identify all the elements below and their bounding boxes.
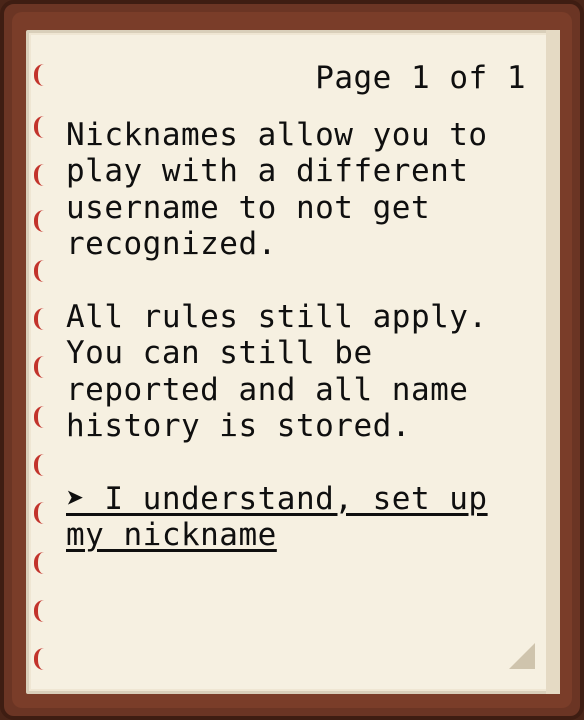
- ring-icon: [34, 356, 44, 378]
- page-content: Page 1 of 1 Nicknames allow you to play …: [66, 60, 526, 554]
- page-indicator: Page 1 of 1: [315, 60, 526, 96]
- setup-nickname-link[interactable]: ➤ I understand, set up my nickname: [66, 481, 488, 554]
- page-edge: [546, 30, 560, 694]
- ring-icon: [34, 210, 44, 232]
- ring-icon: [34, 260, 44, 282]
- book-cover: Page 1 of 1 Nicknames allow you to play …: [0, 0, 584, 720]
- binder-rings: [34, 64, 48, 684]
- page-curl-icon: [509, 643, 535, 669]
- ring-icon: [34, 164, 44, 186]
- ring-icon: [34, 64, 44, 86]
- ring-icon: [34, 406, 44, 428]
- nickname-description: Nicknames allow you to play with a diffe…: [66, 116, 488, 263]
- ring-icon: [34, 600, 44, 622]
- ring-icon: [34, 552, 44, 574]
- ring-icon: [34, 454, 44, 476]
- ring-icon: [34, 308, 44, 330]
- ring-icon: [34, 502, 44, 524]
- ring-icon: [34, 648, 44, 670]
- rules-notice: All rules still apply. You can still be …: [66, 298, 488, 445]
- ring-icon: [34, 116, 44, 138]
